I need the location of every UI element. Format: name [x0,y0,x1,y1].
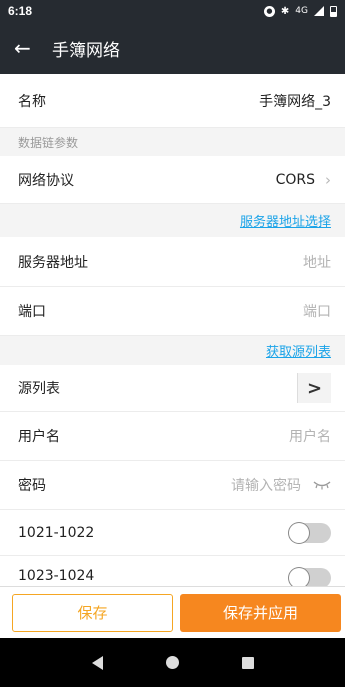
protocol-value[interactable]: CORS [276,172,315,188]
notification-badge-icon: ● [263,5,275,17]
back-arrow-icon[interactable]: ← [14,36,38,60]
action-bar: 保存 保存并应用 [0,586,345,638]
fetch-source-band: 获取源列表 [0,336,345,365]
name-label: 名称 [18,93,46,110]
port-input[interactable]: 端口 [303,301,331,321]
nav-recents-icon[interactable] [241,656,254,669]
port-label: 端口 [18,304,46,320]
status-time: 6:18 [8,4,33,18]
server-select-link[interactable]: 服务器地址选择 [240,211,331,230]
status-icons: ● ✱ 4G [263,5,337,17]
port-row[interactable]: 端口 端口 [0,287,345,336]
chevron-right-icon[interactable]: › [325,171,331,189]
server-select-band: 服务器地址选择 [0,204,345,237]
section-header: 数据链参数 [0,128,345,156]
nav-back-icon[interactable] [91,655,103,670]
protocol-label: 网络协议 [18,172,74,189]
toggle-1023-1024-switch[interactable] [289,568,331,588]
source-table-arrow-button[interactable]: > [297,373,331,403]
network-type: 4G [295,6,308,16]
system-nav-bar [0,638,345,687]
bluetooth-icon: ✱ [280,5,290,17]
username-label: 用户名 [18,429,60,445]
toggle-1021-1022-label: 1021-1022 [18,524,95,541]
save-button[interactable]: 保存 [12,593,174,632]
status-bar: 6:18 ● ✱ 4G [0,0,345,22]
toggle-row-1021-1022[interactable]: 1021-1022 [0,510,345,556]
username-row[interactable]: 用户名 用户名 [0,412,345,461]
battery-icon [330,5,337,17]
page-title: 手簿网络 [52,40,120,61]
fetch-source-link[interactable]: 获取源列表 [266,341,331,360]
password-input[interactable]: 请输入密码 [231,475,301,495]
save-apply-button[interactable]: 保存并应用 [180,593,341,632]
name-value[interactable]: 手簿网络_3 [259,91,331,111]
server-address-label: 服务器地址 [18,254,88,271]
toggle-1023-1024-label: 1023-1024 [18,568,95,584]
nav-home-icon[interactable] [165,656,179,669]
eye-closed-icon[interactable] [313,480,331,490]
toggle-1021-1022-switch[interactable] [289,522,331,543]
chevron-right-icon: > [306,377,323,399]
protocol-row[interactable]: 网络协议 CORS › [0,156,345,204]
password-label: 密码 [18,478,46,494]
password-row[interactable]: 密码 请输入密码 [0,461,345,510]
app-header: ← 手簿网络 [0,22,345,74]
name-row[interactable]: 名称 手簿网络_3 [0,74,345,128]
server-address-row[interactable]: 服务器地址 地址 [0,237,345,287]
section-label: 数据链参数 [18,135,79,150]
username-input[interactable]: 用户名 [289,426,331,446]
source-table-row[interactable]: 源列表 > [0,365,345,412]
server-address-input[interactable]: 地址 [303,252,331,272]
signal-icon [314,6,324,16]
source-table-label: 源列表 [18,381,60,397]
